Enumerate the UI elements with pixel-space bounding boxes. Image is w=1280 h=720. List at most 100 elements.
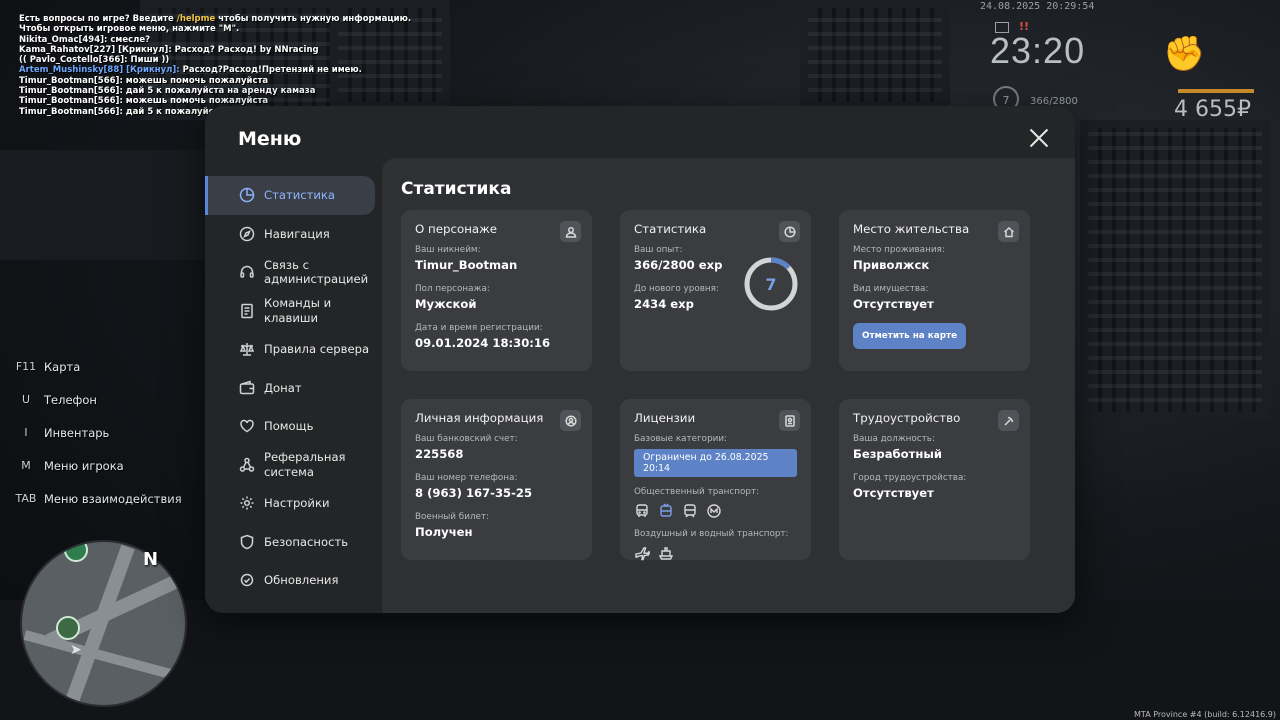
metro-icon <box>707 504 721 518</box>
chat-line: Artem_Mushinsky[88] [Крикнул]: Расход?Ра… <box>19 65 411 75</box>
pie-chart-icon <box>238 186 256 204</box>
field-label: Воздушный и водный транспорт: <box>634 529 789 539</box>
chat-text: Timur_Bootman[566]: можешь помочь пожалу… <box>19 75 269 86</box>
employment-card: Трудоустройство Ваша должность: Безработ… <box>839 399 1030 560</box>
field-label: Военный билет: <box>415 512 490 522</box>
document-icon <box>238 302 256 320</box>
property-value: Отсутствует <box>853 297 934 311</box>
trolleybus-icon <box>660 503 672 517</box>
wallet-icon <box>238 379 256 397</box>
chat-line: Timur_Bootman[566]: можешь помочь пожалу… <box>19 76 411 86</box>
chat-text: (( Pavlo_Costello[366]: Пиши )) <box>19 55 170 66</box>
military-id-value: Получен <box>415 525 473 539</box>
field-label: Ваш банковский счет: <box>415 434 518 444</box>
sidebar-item-label: Команды и клавиши <box>264 296 332 325</box>
key-label: U <box>21 393 31 406</box>
build-info: MTA Province #4 (build: 6.12416.9) <box>1134 710 1276 719</box>
key-label: M <box>21 459 31 472</box>
key-hint-row: I Инвентарь <box>12 416 182 449</box>
sidebar-item-security[interactable]: Безопасность <box>205 523 382 562</box>
phone-value: 8 (963) 167-35-25 <box>415 486 533 500</box>
card-title: Трудоустройство <box>853 411 961 425</box>
car-marker-icon <box>64 542 88 562</box>
sidebar-item-navigation[interactable]: Навигация <box>205 215 382 254</box>
chat-text: Timur_Bootman[566]: дай 5 к пожалуйста н… <box>19 86 316 97</box>
field-label: Базовые категории: <box>634 434 728 444</box>
boat-icon <box>658 547 674 560</box>
headset-icon <box>238 263 256 281</box>
field-label: Ваш номер телефона: <box>415 473 518 483</box>
field-label: Дата и время регистрации: <box>415 323 543 333</box>
chat-text: Чтобы открыть игровое меню, нажмите "M". <box>19 24 240 35</box>
sidebar-item-statistics[interactable]: Статистика <box>205 176 375 215</box>
pie-chart-icon <box>779 221 800 242</box>
compass-icon <box>238 225 256 243</box>
refresh-check-icon <box>238 571 256 589</box>
key-action: Телефон <box>44 392 97 407</box>
key-action: Карта <box>44 359 81 374</box>
scales-icon <box>238 340 256 358</box>
sidebar-item-settings[interactable]: Настройки <box>205 484 382 523</box>
chat-text: Timur_Bootman[566]: можешь помочь пожалу… <box>19 96 269 107</box>
sidebar-item-label: Статистика <box>264 188 336 202</box>
residence-card: Место жительства Место проживания: Приво… <box>839 210 1030 371</box>
mark-on-map-button[interactable]: Отметить на карте <box>853 323 967 349</box>
fist-icon: ✊ <box>1163 34 1206 74</box>
sidebar-item-referral[interactable]: Реферальная система <box>205 446 382 485</box>
key-label: TAB <box>15 492 37 505</box>
close-icon[interactable] <box>1029 128 1049 148</box>
key-hint-row: TAB Меню взаимодействия <box>12 482 182 515</box>
menu-content: Статистика О персонаже Ваш никнейм: Timu… <box>382 158 1075 613</box>
field-label: Ваш опыт: <box>634 245 683 255</box>
minimap: ➤ <box>20 540 187 707</box>
key-action: Меню игрока <box>44 458 124 473</box>
gate-marker-icon <box>56 616 80 640</box>
gear-icon <box>238 494 256 512</box>
shield-icon <box>238 533 256 551</box>
minimap-street <box>23 630 185 684</box>
field-label: Город трудоустройства: <box>853 473 967 483</box>
hud-money: 4 655₽ <box>1174 97 1251 122</box>
license-status-badge: Ограничен до 26.08.2025 20:14 <box>634 449 797 477</box>
chat-line: Nikita_Omac[494]: смесле? <box>19 35 411 45</box>
character-card: О персонаже Ваш никнейм: Timur_Bootman П… <box>401 210 592 371</box>
plane-icon <box>635 547 650 561</box>
sidebar-item-label: Обновления <box>264 573 339 587</box>
tram-icon <box>684 504 696 518</box>
card-title: Статистика <box>634 222 707 236</box>
sidebar-item-label: Реферальная система <box>264 450 346 479</box>
user-icon <box>560 221 581 242</box>
chat-text: /helpme <box>176 14 216 24</box>
home-icon <box>998 221 1019 242</box>
game-menu: Меню Статистика Навигация Связь с админи… <box>205 106 1075 613</box>
sidebar-item-donate[interactable]: Донат <box>205 369 382 408</box>
chat-text: Nikita_Omac[494]: смесле? <box>19 34 151 45</box>
chat-line: Timur_Bootman[566]: дай 5 к пожалуйста н… <box>19 86 411 96</box>
network-icon <box>238 456 256 474</box>
card-title: Место жительства <box>853 222 970 236</box>
card-title: О персонаже <box>415 222 498 236</box>
position-value: Безработный <box>853 447 942 461</box>
key-hint-row: M Меню игрока <box>12 449 182 482</box>
field-label: Вид имущества: <box>853 284 929 294</box>
sidebar-item-commands[interactable]: Команды и клавиши <box>205 292 382 331</box>
registration-value: 09.01.2024 18:30:16 <box>415 336 551 350</box>
licenses-card: Лицензии Базовые категории: Ограничен до… <box>620 399 811 561</box>
key-action: Меню взаимодействия <box>44 491 182 506</box>
user-circle-icon <box>560 410 581 431</box>
chat-line: (( Pavlo_Costello[366]: Пиши )) <box>19 55 411 65</box>
chat-text: Kama_Rahatov[227] [Крикнул]: Расход? Рас… <box>19 44 319 55</box>
field-label: Пол персонажа: <box>415 284 490 294</box>
chat-text: Artem_Mushinsky[88] [Крикнул]: <box>19 65 183 76</box>
minimap-north: N <box>143 549 159 570</box>
sidebar-item-help[interactable]: Помощь <box>205 407 382 446</box>
sidebar-item-updates[interactable]: Обновления <box>205 561 382 600</box>
field-label: Ваша должность: <box>853 434 935 444</box>
sidebar-item-admin-contact[interactable]: Связь с администрацией <box>205 253 382 292</box>
key-hint-row: U Телефон <box>12 383 182 416</box>
hud-time: 23:20 <box>990 30 1086 71</box>
key-hints: F11 Карта U Телефон I Инвентарь M Меню игрок… <box>12 350 182 515</box>
stats-card: Статистика Ваш опыт: 366/2800 exp До нов… <box>620 210 811 371</box>
hud-money-bar <box>1178 89 1254 93</box>
sidebar-item-rules[interactable]: Правила сервера <box>205 330 382 369</box>
